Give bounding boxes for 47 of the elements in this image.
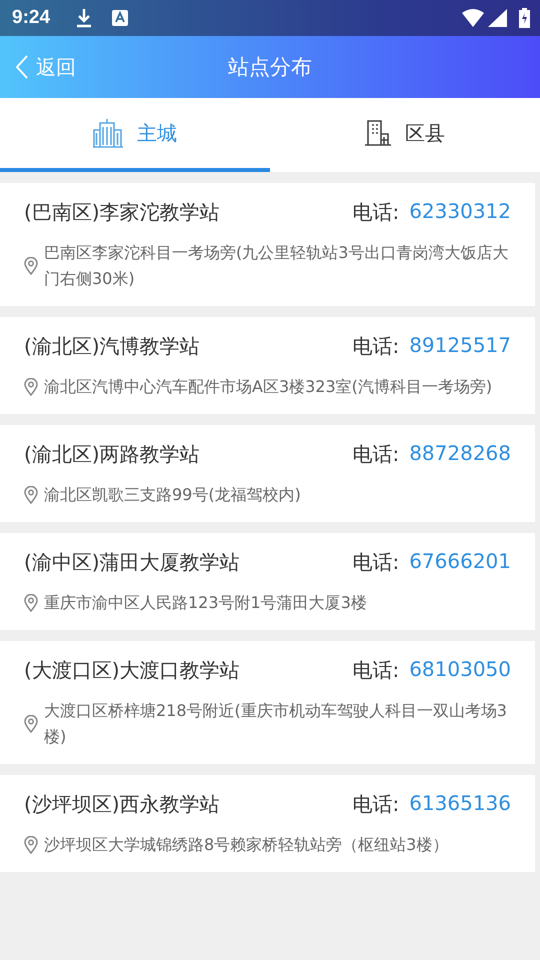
wifi-icon [462, 9, 484, 27]
station-address: 渝北区汽博中心汽车配件市场A区3楼323室(汽博科目一考场旁) [44, 376, 492, 398]
location-pin-icon [24, 594, 38, 612]
phone-label: 电话: [352, 333, 400, 360]
station-name: (渝北区)两路教学站 [24, 441, 200, 468]
station-name: (渝中区)蒲田大厦教学站 [24, 549, 240, 576]
station-name: (巴南区)李家沱教学站 [24, 199, 220, 226]
station-name: (沙坪坝区)西永教学站 [24, 791, 220, 818]
page-title: 站点分布 [228, 54, 312, 81]
location-pin-icon [24, 378, 38, 396]
chevron-left-icon [16, 55, 28, 79]
phone-number[interactable]: 88728268 [409, 441, 511, 468]
city-buildings-icon [93, 118, 123, 148]
phone-label: 电话: [352, 441, 400, 468]
location-pin-icon [24, 715, 38, 733]
station-card[interactable]: (沙坪坝区)西永教学站 电话: 61365136 沙坪坝区大学城锦绣路8号赖家桥轻轨站旁（枢纽站3楼） [0, 775, 535, 872]
download-icon [76, 8, 92, 28]
location-pin-icon [24, 257, 38, 275]
station-address: 大渡口区桥梓塘218号附近(重庆市机动车驾驶人科目一双山考场3楼) [44, 700, 508, 748]
station-card[interactable]: (渝北区)汽博教学站 电话: 89125517 渝北区汽博中心汽车配件市场A区3楼323室(汽博科目一考场旁) [0, 317, 535, 414]
station-address: 沙坪坝区大学城锦绣路8号赖家桥轻轨站旁（枢纽站3楼） [44, 834, 448, 856]
phone-label: 电话: [352, 199, 400, 226]
station-card[interactable]: (大渡口区)大渡口教学站 电话: 68103050 大渡口区桥梓塘218号附近(重庆市机动车驾驶人科目一双山考场3楼) [0, 641, 535, 764]
keyboard-icon [112, 10, 128, 26]
station-address: 巴南区李家沱科目一考场旁(九公里轻轨站3号出口青岗湾大饭店大门右侧30米) [44, 242, 510, 290]
phone-number[interactable]: 61365136 [409, 791, 511, 818]
battery-icon [519, 8, 530, 28]
signal-icon [488, 9, 507, 27]
phone-label: 电话: [352, 791, 400, 818]
status-time: 9:24 [12, 7, 50, 29]
station-address: 渝北区凯歌三支路99号(龙福驾校内) [44, 484, 301, 506]
phone-number[interactable]: 68103050 [409, 657, 511, 684]
station-address: 重庆市渝中区人民路123号附1号蒲田大厦3楼 [44, 592, 367, 614]
station-card[interactable]: (巴南区)李家沱教学站 电话: 62330312 巴南区李家沱科目一考场旁(九公里轻轨站3号出口青岗湾大饭店大门右侧30米) [0, 183, 535, 306]
station-name: (大渡口区)大渡口教学站 [24, 657, 240, 684]
phone-label: 电话: [352, 657, 400, 684]
phone-number[interactable]: 89125517 [409, 333, 511, 360]
location-pin-icon [24, 836, 38, 854]
phone-label: 电话: [352, 549, 400, 576]
station-card[interactable]: (渝中区)蒲田大厦教学站 电话: 67666201 重庆市渝中区人民路123号附1号蒲田大厦3楼 [0, 533, 535, 630]
back-button[interactable]: 返回 [0, 54, 76, 80]
office-building-icon [365, 120, 391, 146]
phone-number[interactable]: 67666201 [409, 549, 511, 576]
location-pin-icon [24, 486, 38, 504]
phone-number[interactable]: 62330312 [409, 199, 511, 226]
station-card[interactable]: (渝北区)两路教学站 电话: 88728268 渝北区凯歌三支路99号(龙福驾校内) [0, 425, 535, 522]
station-name: (渝北区)汽博教学站 [24, 333, 200, 360]
